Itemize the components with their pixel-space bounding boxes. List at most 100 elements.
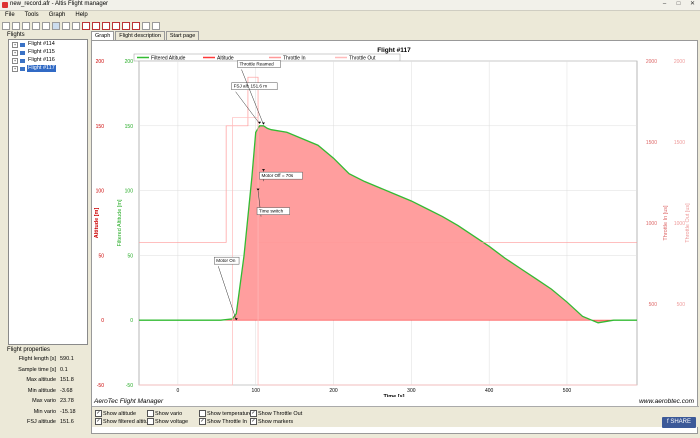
checkbox-box[interactable]: ✓	[95, 410, 102, 417]
property-value: 23.78	[60, 398, 74, 404]
maximize-button[interactable]: □	[673, 1, 684, 8]
delete-flight-icon[interactable]	[82, 21, 90, 30]
close-button[interactable]: ✕	[687, 1, 698, 8]
y-axis-label-right-outer: Throttle Out [us]	[685, 203, 691, 243]
checkbox-show-altitude[interactable]: ✓ Show altitude	[95, 410, 136, 417]
tab-start-page[interactable]: Start page	[165, 31, 200, 40]
expand-icon[interactable]: +	[12, 57, 18, 64]
save-icon[interactable]	[22, 21, 30, 30]
x-tick: 100	[252, 388, 261, 394]
annotation-label: Throttle Reamed	[240, 62, 275, 67]
zoom-out-icon[interactable]	[62, 21, 70, 30]
delete-icon[interactable]	[92, 21, 100, 30]
graph-options: ✓ Show altitude ✓ Show filtered altitude Sho…	[92, 406, 699, 427]
hide-icon[interactable]	[142, 21, 150, 30]
y-tick-right-outer: 500	[677, 302, 686, 308]
x-tick: 500	[563, 388, 572, 394]
y-axis-label-left-inner: Filtered Altitude [m]	[117, 199, 123, 247]
delete-all-icon[interactable]	[102, 21, 110, 30]
expand-icon[interactable]: +	[12, 41, 18, 48]
y-tick-left: 50	[98, 253, 104, 259]
menu-graph[interactable]: Graph	[44, 11, 71, 20]
expand-icon[interactable]: +	[12, 49, 18, 56]
flights-tree[interactable]: + Flight #114 + Flight #115 + Flight #116 + Fli…	[8, 39, 88, 345]
checkbox-show-voltage[interactable]: Show voltage	[147, 418, 188, 425]
checkbox-label: Show markers	[258, 418, 294, 425]
checkbox-box[interactable]: ✓	[250, 418, 257, 425]
checkbox-show-throttle-out[interactable]: ✓ Show Throttle Out	[250, 410, 302, 417]
menu-tools[interactable]: Tools	[20, 11, 44, 20]
checkbox-box[interactable]: ✓	[95, 418, 102, 425]
flight-label: Flight #116	[28, 57, 55, 63]
tab-flight-description[interactable]: Flight description	[115, 31, 165, 40]
property-value: -15.18	[60, 408, 76, 415]
y-tick-left: 200	[96, 59, 105, 65]
print-icon[interactable]	[32, 21, 40, 30]
property-key: FSJ altitude	[26, 419, 56, 425]
flight-item[interactable]: + Flight #115	[9, 49, 87, 56]
annotation-label: FSJ alt: 151.6 m	[234, 84, 268, 89]
new-file-icon[interactable]	[2, 21, 10, 30]
annotation-label: Motor Off = 70s	[262, 173, 294, 178]
toolbar	[0, 20, 700, 31]
y-tick-left: 0	[101, 318, 104, 324]
checkbox-box[interactable]	[147, 410, 154, 417]
flight-icon	[20, 50, 25, 55]
left-panel: Flights + Flight #114 + Flight #115 + Flight …	[1, 31, 89, 437]
x-tick: 200	[329, 388, 338, 394]
property-value: 151.6	[60, 419, 74, 425]
checkbox-box[interactable]: ✓	[199, 418, 206, 425]
flight-item[interactable]: + Flight #117	[9, 65, 87, 72]
y-tick-right-outer: 1500	[674, 140, 685, 146]
y-tick-right-outer: 1000	[674, 221, 685, 227]
checkbox-label: Show Throttle Out	[258, 410, 303, 417]
minimize-button[interactable]: –	[659, 1, 670, 8]
copy-icon[interactable]	[42, 21, 50, 30]
y-tick-right-outer: 2000	[674, 59, 685, 65]
flight-item[interactable]: + Flight #114	[9, 41, 87, 48]
annotation-label: Time switch	[259, 209, 284, 214]
flight-item[interactable]: + Flight #116	[9, 57, 87, 64]
checkbox-show-throttle-in[interactable]: ✓ Show Throttle In	[199, 418, 247, 425]
zoom-in-icon[interactable]	[52, 21, 60, 30]
legend-label: Altitude	[217, 56, 234, 62]
checkbox-show-markers[interactable]: ✓ Show markers	[250, 418, 293, 425]
checkbox-show-temperature[interactable]: Show temperature	[199, 410, 252, 417]
property-key: Sample time [s]	[18, 366, 56, 373]
legend-label: Throttle In	[283, 56, 306, 62]
y-tick-left-inner: 0	[130, 318, 133, 324]
menu-file[interactable]: File	[0, 11, 20, 20]
checkbox-box[interactable]	[147, 418, 154, 425]
x-tick: 300	[407, 388, 416, 394]
property-row: Max altitude 151.8	[8, 375, 88, 386]
property-key: Max altitude	[26, 377, 56, 383]
cut-icon[interactable]	[112, 21, 120, 30]
checkbox-show-vario[interactable]: Show vario	[147, 410, 182, 417]
open-folder-icon[interactable]	[12, 21, 20, 30]
chart-area[interactable]: Flight #117 Filtered Altitude Altitude Thro…	[91, 40, 699, 434]
y-tick-left: -50	[97, 383, 104, 389]
zoom-fit-icon[interactable]	[72, 21, 80, 30]
settings-icon[interactable]	[132, 21, 140, 30]
y-tick-left-inner: 150	[125, 124, 134, 130]
checkbox-box[interactable]: ✓	[250, 410, 257, 417]
expand-icon[interactable]: +	[12, 65, 18, 72]
export-icon[interactable]	[122, 21, 130, 30]
tab-graph[interactable]: Graph	[91, 31, 115, 40]
property-value: 590.1	[60, 356, 74, 362]
y-tick-left: 100	[96, 189, 105, 195]
y-tick-left-inner: -50	[126, 383, 133, 389]
flight-chart[interactable]: Flight #117 Filtered Altitude Altitude Thro…	[92, 41, 697, 397]
flight-icon	[20, 66, 25, 71]
y-tick-right: 1000	[646, 221, 657, 227]
property-value: -3.68	[60, 387, 73, 394]
website-link[interactable]: www.aerobtec.com	[639, 398, 694, 405]
y-axis-label-left: Altitude [m]	[94, 208, 100, 239]
facebook-share-button[interactable]: f SHARE	[662, 417, 696, 428]
checkbox-box[interactable]	[199, 410, 206, 417]
checkbox-show-filtered-altitude[interactable]: ✓ Show filtered altitude	[95, 418, 154, 425]
menu-help[interactable]: Help	[70, 11, 92, 20]
eye-icon[interactable]	[152, 21, 160, 30]
flight-label: Flight #117	[27, 65, 56, 72]
y-tick-right: 1500	[646, 140, 657, 146]
